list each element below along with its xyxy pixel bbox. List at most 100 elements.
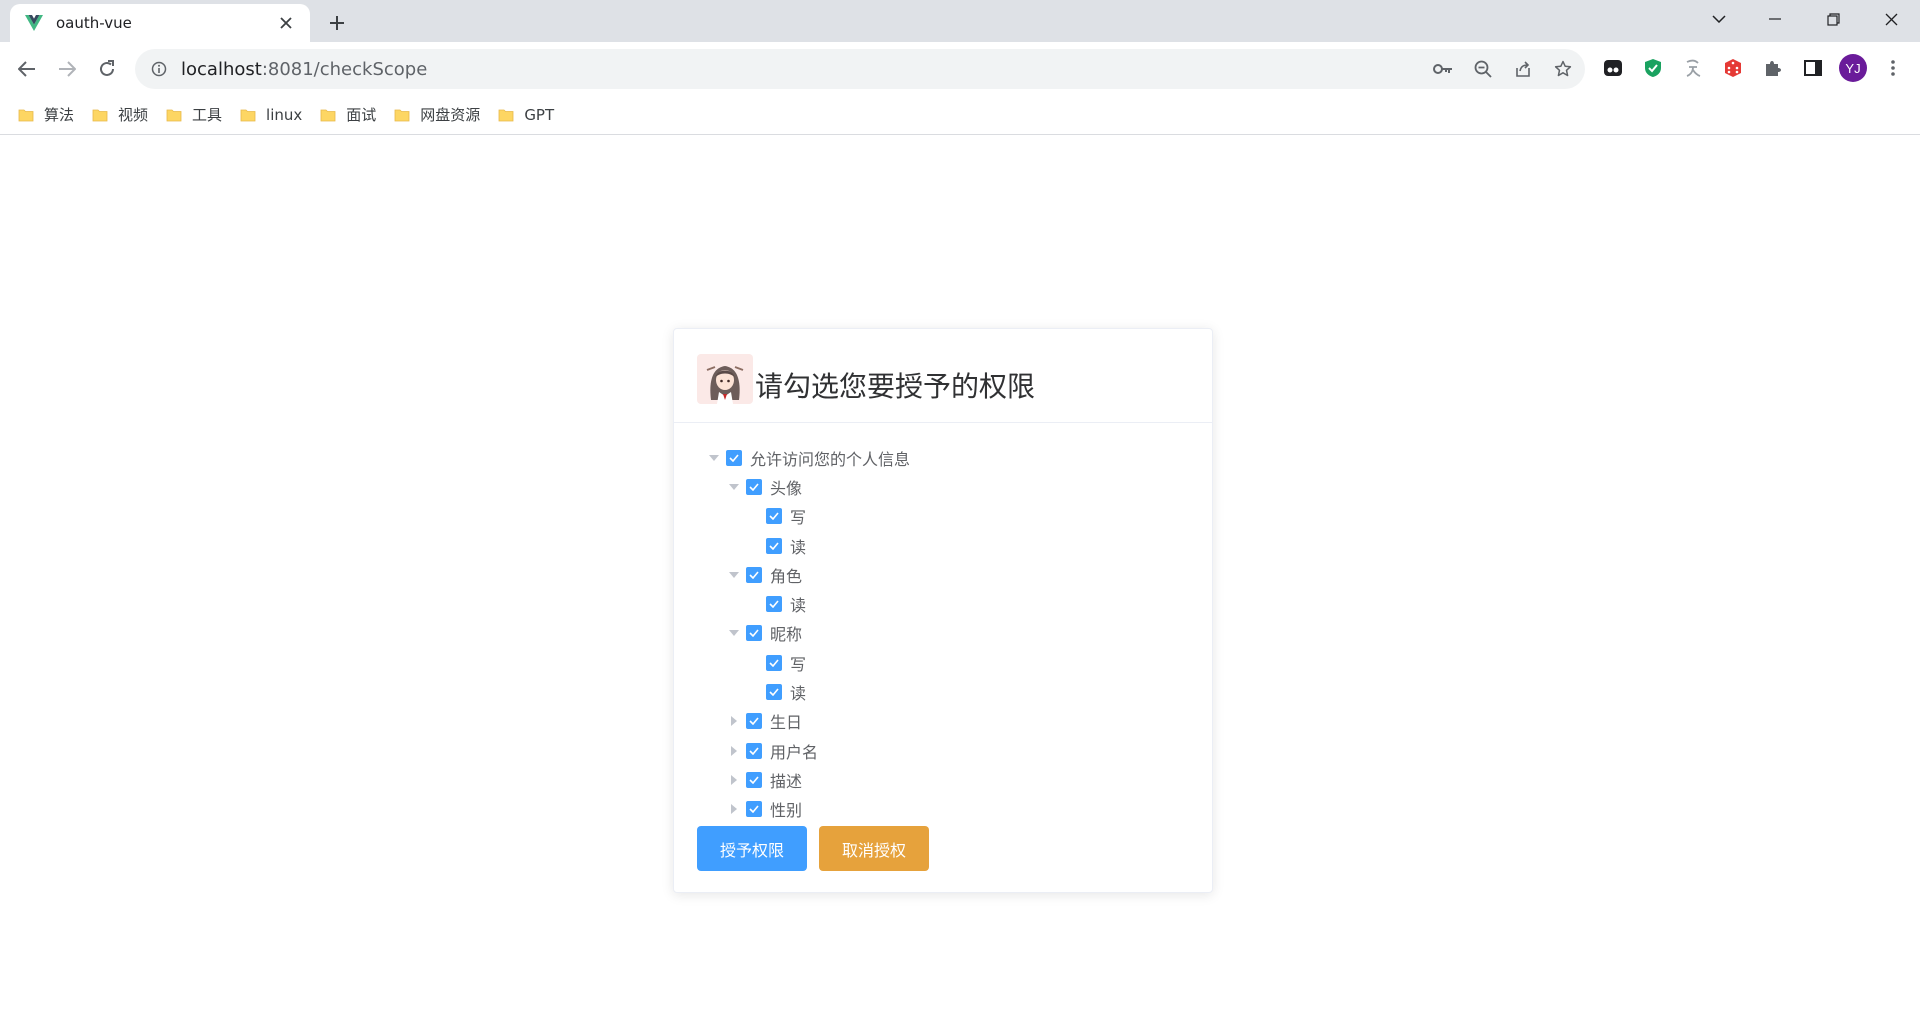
reload-icon[interactable] — [90, 52, 124, 86]
checkbox-checked[interactable] — [766, 508, 782, 525]
close-window-icon[interactable] — [1863, 0, 1919, 38]
browser-tab[interactable]: oauth-vue — [10, 4, 310, 42]
checkbox-checked[interactable] — [766, 684, 782, 701]
caret-right-icon[interactable] — [724, 799, 744, 819]
browser-toolbar: localhost:8081/checkScope YJ — [0, 42, 1920, 95]
checkbox-checked[interactable] — [766, 596, 782, 613]
forward-icon[interactable] — [50, 52, 84, 86]
checkbox-checked[interactable] — [746, 713, 762, 730]
tree-node-birthday[interactable]: 生日 — [704, 707, 910, 736]
tree-node-label: 角色 — [770, 566, 803, 586]
card-header: 请勾选您要授予的权限 — [674, 329, 1212, 423]
puzzle-extensions-icon[interactable] — [1757, 52, 1789, 84]
tab-title: oauth-vue — [56, 14, 132, 32]
bookmark-folder-tools[interactable]: 工具 — [160, 100, 230, 130]
checkbox-checked[interactable] — [746, 478, 762, 495]
tree-node-avatar-read[interactable]: 读 — [704, 531, 910, 560]
profile-avatar[interactable]: YJ — [1837, 52, 1869, 84]
zoom-out-icon[interactable] — [1469, 55, 1497, 83]
tree-node-label: 读 — [790, 537, 807, 557]
close-tab-icon[interactable] — [274, 11, 298, 35]
caret-down-icon[interactable] — [724, 565, 744, 585]
new-tab-icon[interactable] — [322, 8, 352, 38]
share-icon[interactable] — [1509, 55, 1537, 83]
checkbox-checked[interactable] — [746, 742, 762, 759]
caret-right-icon[interactable] — [724, 770, 744, 790]
caret-down-icon[interactable] — [704, 448, 724, 468]
shield-check-icon[interactable] — [1637, 52, 1669, 84]
side-panel-icon[interactable] — [1797, 52, 1829, 84]
bookmark-folder-linux[interactable]: linux — [234, 100, 310, 130]
extension-dark-icon[interactable] — [1597, 52, 1629, 84]
tree-node-role[interactable]: 角色 — [704, 560, 910, 589]
bookmarks-bar: 算法 视频 工具 linux 面试 网盘资源 GPT — [0, 95, 1920, 135]
tree-node-avatar-write[interactable]: 写 — [704, 502, 910, 531]
restore-icon[interactable] — [1805, 0, 1861, 38]
profile-initials: YJ — [1839, 54, 1867, 82]
checkbox-checked[interactable] — [746, 566, 762, 583]
caret-down-icon[interactable] — [724, 623, 744, 643]
caret-down-icon[interactable] — [724, 477, 744, 497]
bookmark-label: 视频 — [118, 106, 149, 124]
folder-icon — [18, 109, 34, 121]
bookmark-label: 算法 — [44, 106, 75, 124]
tree-node-description[interactable]: 描述 — [704, 765, 910, 794]
checkbox-checked[interactable] — [746, 625, 762, 642]
checkbox-checked[interactable] — [766, 654, 782, 671]
tree-node-label: 写 — [790, 654, 807, 674]
folder-icon — [92, 109, 108, 121]
caret-placeholder — [744, 653, 764, 673]
translate-extension-icon[interactable] — [1677, 52, 1709, 84]
tree-node-nickname-write[interactable]: 写 — [704, 648, 910, 677]
action-buttons: 授予权限 取消授权 — [697, 826, 929, 871]
bookmark-folder-cloud-drive[interactable]: 网盘资源 — [388, 100, 488, 130]
url-text: localhost:8081/checkScope — [181, 59, 427, 80]
tree-node-avatar[interactable]: 头像 — [704, 472, 910, 501]
tree-node-label: 用户名 — [770, 742, 819, 762]
vue-logo-icon — [24, 13, 44, 33]
tree-node-label: 头像 — [770, 478, 803, 498]
folder-icon — [166, 109, 182, 121]
tree-node-nickname-read[interactable]: 读 — [704, 677, 910, 706]
tree-node-label: 生日 — [770, 713, 803, 733]
caret-right-icon[interactable] — [724, 741, 744, 761]
bookmark-label: GPT — [524, 105, 555, 124]
checkbox-checked[interactable] — [746, 801, 762, 818]
menu-kebab-icon[interactable] — [1877, 52, 1909, 84]
bookmark-folder-videos[interactable]: 视频 — [86, 100, 156, 130]
permission-tree: 允许访问您的个人信息 头像 写 读 角色 读 昵称 写 读 生日 用户名 描述 … — [704, 443, 910, 824]
minimize-icon[interactable] — [1747, 0, 1803, 38]
address-bar[interactable]: localhost:8081/checkScope — [135, 49, 1585, 89]
bookmark-star-icon[interactable] — [1549, 55, 1577, 83]
caret-right-icon[interactable] — [724, 711, 744, 731]
dice-extension-icon[interactable] — [1717, 52, 1749, 84]
site-info-icon[interactable] — [149, 59, 169, 79]
tree-node-gender[interactable]: 性别 — [704, 795, 910, 824]
tree-node-label: 性别 — [770, 801, 803, 821]
checkbox-checked[interactable] — [726, 449, 742, 466]
caret-placeholder — [744, 506, 764, 526]
folder-icon — [240, 109, 256, 121]
card-title: 请勾选您要授予的权限 — [755, 370, 1036, 403]
caret-placeholder — [744, 682, 764, 702]
checkbox-checked[interactable] — [766, 537, 782, 554]
anime-avatar-image — [697, 354, 753, 404]
tree-node-label: 昵称 — [770, 625, 803, 645]
folder-icon — [394, 109, 410, 121]
tab-search-icon[interactable] — [1691, 0, 1747, 38]
bookmark-folder-gpt[interactable]: GPT — [492, 100, 562, 130]
tree-node-username[interactable]: 用户名 — [704, 736, 910, 765]
tree-node-personal-info[interactable]: 允许访问您的个人信息 — [704, 443, 910, 472]
bookmark-label: linux — [266, 105, 303, 124]
tree-node-label: 允许访问您的个人信息 — [750, 449, 911, 469]
tab-strip: oauth-vue — [0, 0, 1920, 42]
tree-node-role-read[interactable]: 读 — [704, 589, 910, 618]
back-icon[interactable] — [10, 52, 44, 86]
tree-node-nickname[interactable]: 昵称 — [704, 619, 910, 648]
bookmark-folder-algorithms[interactable]: 算法 — [12, 100, 82, 130]
checkbox-checked[interactable] — [746, 771, 762, 788]
grant-permission-button[interactable]: 授予权限 — [697, 826, 807, 871]
key-icon[interactable] — [1429, 55, 1457, 83]
bookmark-folder-interview[interactable]: 面试 — [314, 100, 384, 130]
cancel-authorization-button[interactable]: 取消授权 — [819, 826, 929, 871]
